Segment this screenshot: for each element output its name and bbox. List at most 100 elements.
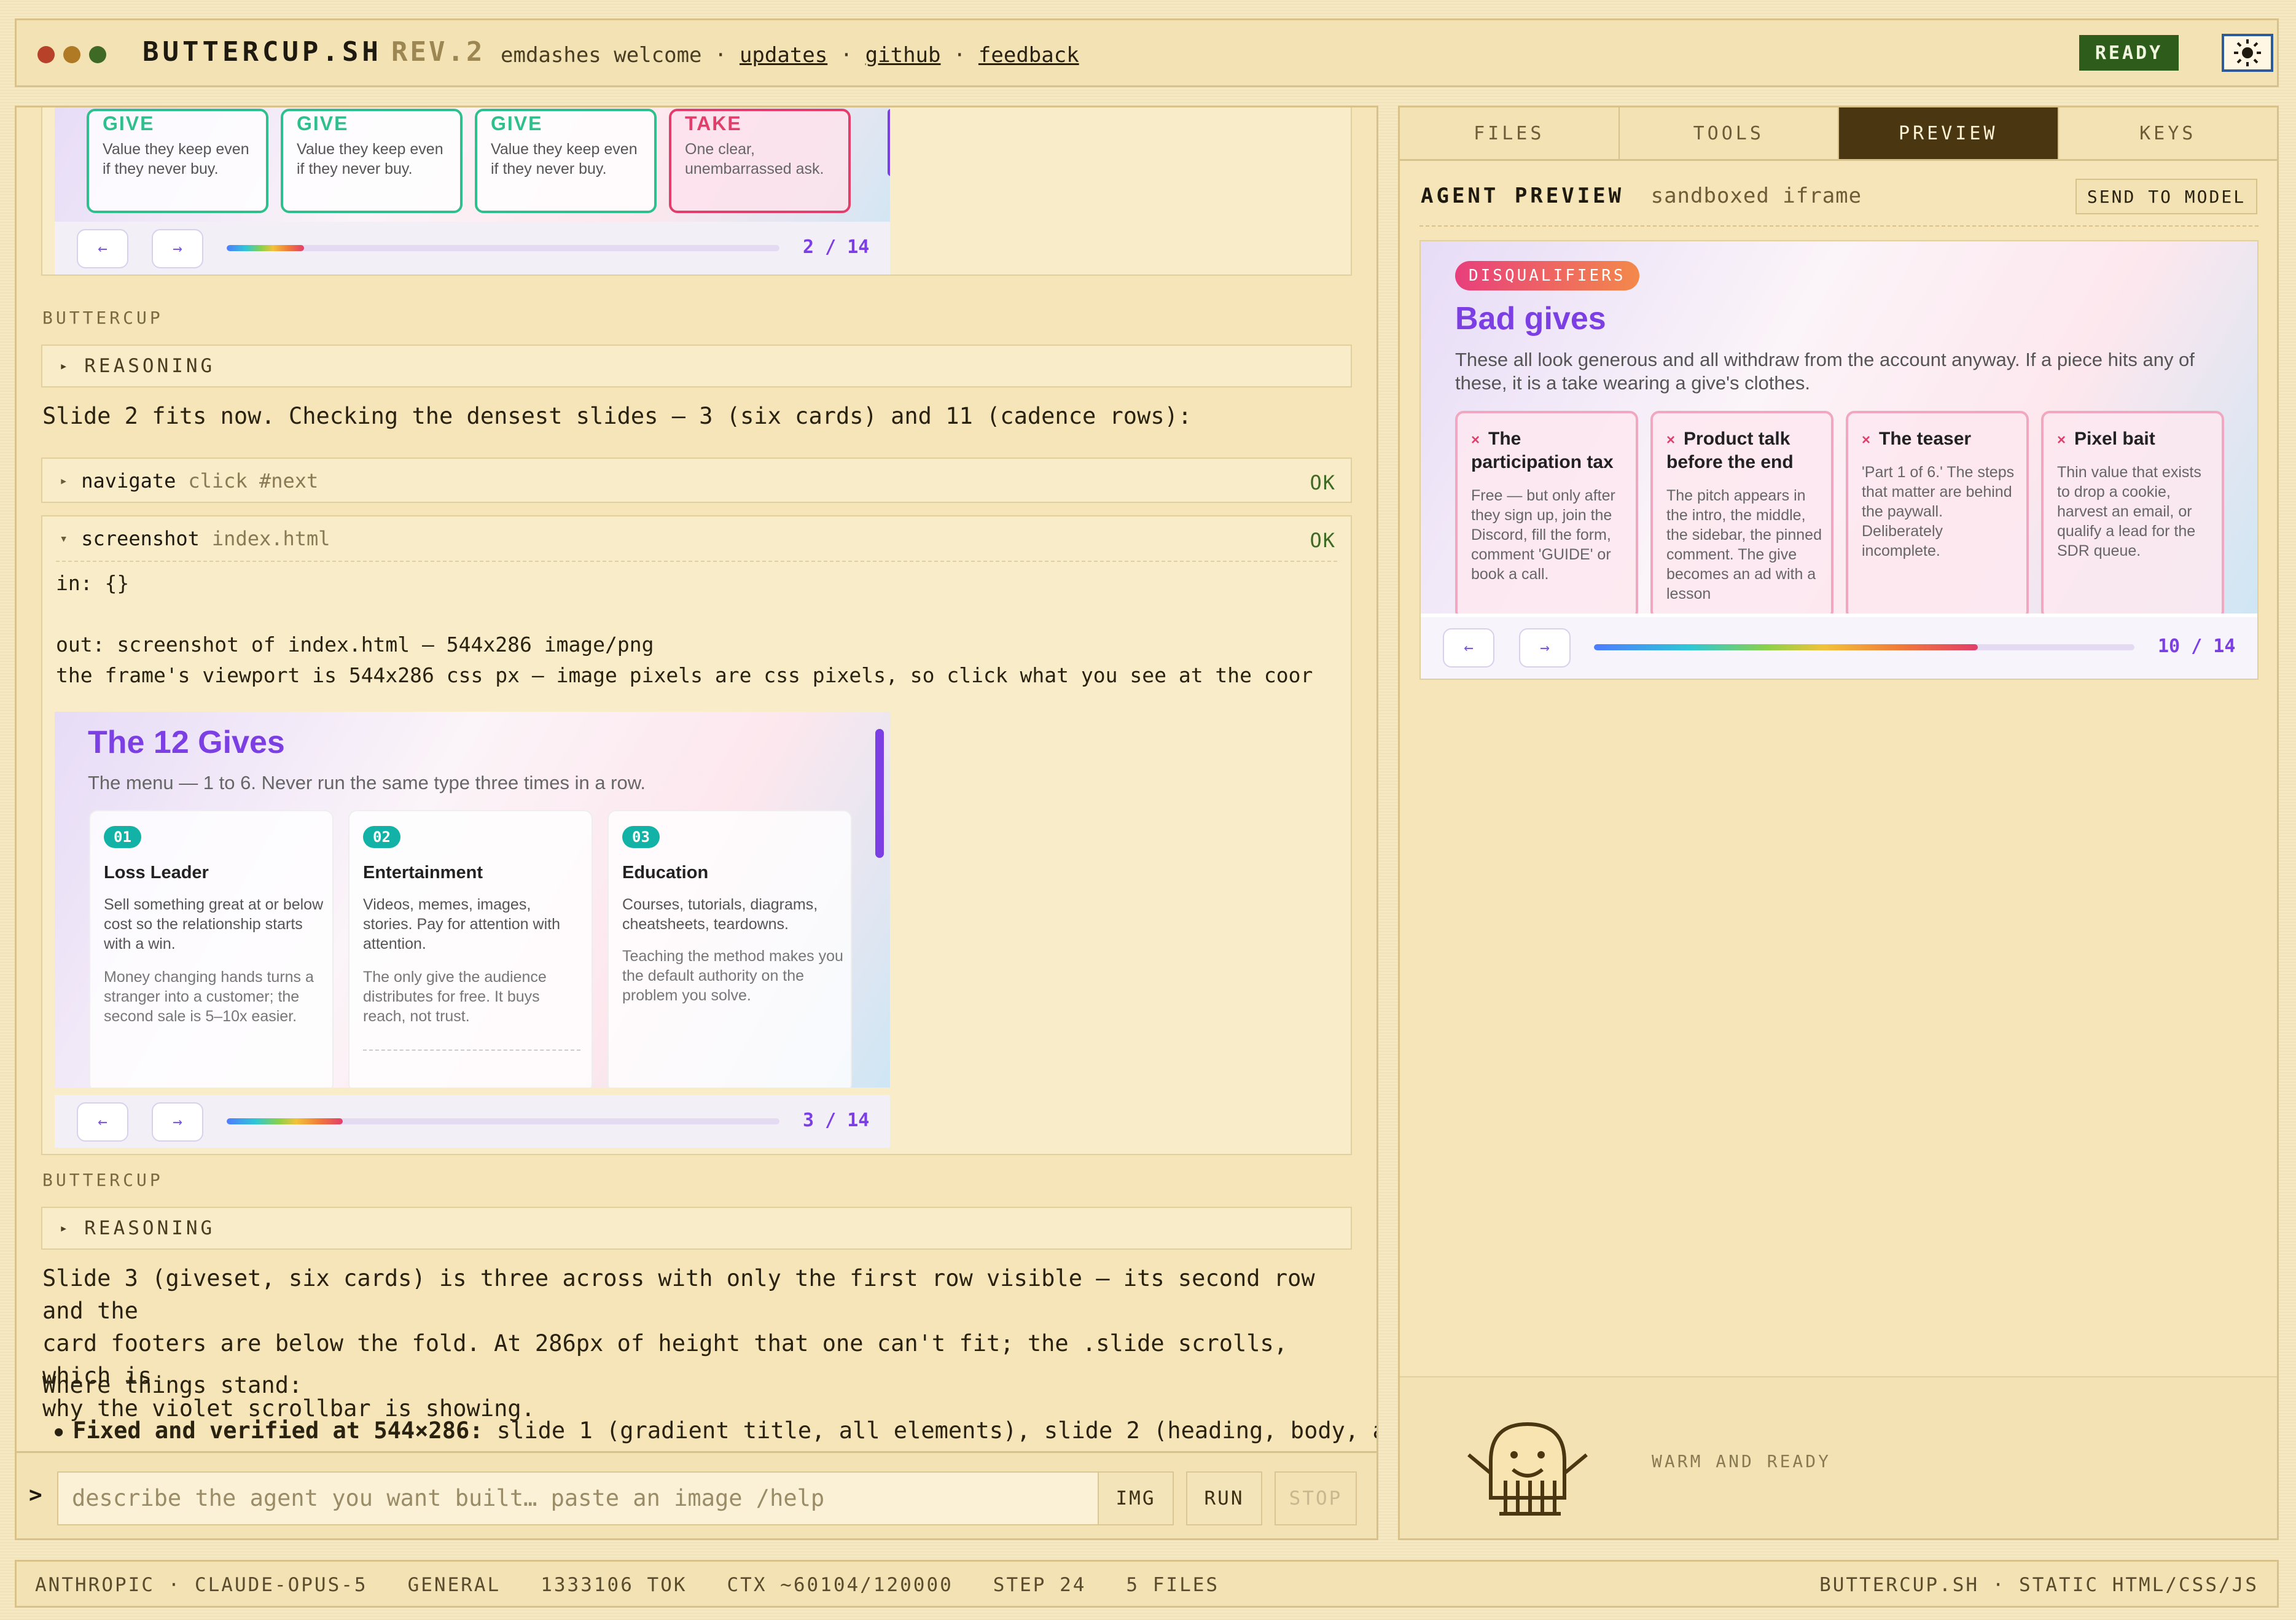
card-desc: Value they keep even if they never buy. — [491, 141, 638, 177]
tool-note: the frame's viewport is 544x286 css px —… — [56, 663, 1313, 687]
tab-tools[interactable]: TOOLS — [1619, 107, 1839, 159]
reasoning-toggle[interactable]: ▸ REASONING — [41, 345, 1352, 387]
card-note: The only give the audience distributes f… — [363, 968, 547, 1025]
slide3-screenshot: The 12 Gives The menu — 1 to 6. Never ru… — [55, 712, 890, 1088]
card-title-text: The participation tax — [1471, 429, 1614, 472]
slide2-counter: 2 / 14 — [803, 236, 870, 258]
updates-link[interactable]: updates — [740, 43, 827, 68]
app-title: BUTTERCUP.SH — [143, 36, 382, 68]
card-desc: 'Part 1 of 6.' The steps that matter are… — [1862, 464, 2015, 559]
mascot-status: WARM AND READY — [1652, 1451, 1832, 1471]
take-card: TAKE One clear, unembarrassed ask. — [669, 109, 851, 213]
tool-status: OK — [1310, 471, 1336, 494]
reasoning-label: REASONING — [84, 1217, 216, 1239]
window-maximize-dot[interactable] — [89, 46, 106, 63]
reasoning-label: REASONING — [84, 355, 216, 377]
give-card: GIVE Value they keep even if they never … — [475, 109, 657, 213]
prev-slide-button[interactable]: ← — [77, 1102, 128, 1142]
preview-slide: DISQUALIFIERS Bad gives These all look g… — [1421, 241, 2257, 613]
slide-scrollbar[interactable] — [888, 109, 890, 176]
card-title: × The teaser — [1862, 428, 2021, 451]
caret-right-icon: ▸ — [60, 473, 68, 489]
send-to-model-button[interactable]: SEND TO MODEL — [2075, 179, 2257, 214]
card-title: TAKE — [685, 112, 742, 134]
preview-heading: AGENT PREVIEW sandboxed iframe — [1421, 184, 1862, 208]
close-icon: × — [1471, 432, 1480, 448]
tagline-text: emdashes welcome — [501, 43, 702, 68]
mascot-area: WARM AND READY — [1400, 1376, 2277, 1538]
give-card: 02 Entertainment Videos, memes, images, … — [348, 810, 593, 1088]
bad-give-card: × Product talk before the end The pitch a… — [1650, 411, 1833, 613]
tab-keys[interactable]: KEYS — [2058, 107, 2277, 159]
run-button[interactable]: RUN — [1186, 1471, 1262, 1525]
card-number-badge: 02 — [363, 826, 400, 848]
preview-title: AGENT PREVIEW — [1421, 184, 1625, 208]
top-bar: BUTTERCUP.SH REV.2 emdashes welcome · up… — [15, 18, 2279, 87]
card-desc: Value they keep even if they never buy. — [297, 141, 443, 177]
give-card: 01 Loss Leader Sell something great at o… — [89, 810, 334, 1088]
tagline-row: emdashes welcome · updates · github · fe… — [501, 43, 1079, 68]
caret-right-icon: ▸ — [60, 358, 71, 374]
window-close-dot[interactable] — [37, 46, 55, 63]
caret-down-icon: ▾ — [60, 531, 68, 547]
preview-progress — [1594, 644, 2134, 650]
side-tabs: FILES TOOLS PREVIEW KEYS — [1400, 107, 2277, 161]
image-button[interactable]: IMG — [1098, 1471, 1174, 1525]
bad-give-card: × The teaser 'Part 1 of 6.' The steps tha… — [1846, 411, 2029, 613]
prev-slide-button[interactable]: ← — [1443, 628, 1494, 668]
caret-right-icon: ▸ — [60, 1220, 71, 1236]
next-slide-button[interactable]: → — [1519, 628, 1571, 668]
sun-icon — [2234, 39, 2261, 66]
slide-subtitle: The menu — 1 to 6. Never run the same ty… — [88, 772, 646, 793]
give-card: 03 Education Courses, tutorials, diagram… — [607, 810, 852, 1088]
slide-title: The 12 Gives — [88, 725, 285, 760]
stop-button[interactable]: STOP — [1275, 1471, 1357, 1525]
tool-input: in: {} — [56, 571, 130, 595]
preview-iframe[interactable]: DISQUALIFIERS Bad gives These all look g… — [1419, 240, 2259, 680]
preview-counter: 10 / 14 — [2158, 636, 2236, 657]
tab-files[interactable]: FILES — [1400, 107, 1620, 159]
tool-name: screenshot — [81, 527, 200, 550]
bad-give-card: × The participation tax Free — but only a… — [1455, 411, 1638, 613]
prev-slide-button[interactable]: ← — [77, 229, 128, 268]
close-icon: × — [1666, 432, 1676, 448]
card-title: Entertainment — [363, 863, 483, 882]
slide-tag: DISQUALIFIERS — [1455, 261, 1639, 290]
card-title: GIVE — [103, 112, 155, 134]
card-title: GIVE — [491, 112, 543, 134]
tool-header[interactable]: ▾ screenshot index.html OK — [42, 516, 1351, 561]
tab-preview[interactable]: PREVIEW — [1839, 107, 2059, 159]
preview-nav: ← → 10 / 14 — [1421, 617, 2257, 679]
theme-toggle-button[interactable] — [2222, 34, 2273, 72]
status-right: BUTTERCUP.SH · STATIC HTML/CSS/JS — [1819, 1574, 2259, 1596]
github-link[interactable]: github — [865, 43, 941, 68]
card-title: GIVE — [297, 112, 349, 134]
assistant-message: Slide 2 fits now. Checking the densest s… — [42, 403, 1192, 429]
window-minimize-dot[interactable] — [63, 46, 80, 63]
card-title: Loss Leader — [104, 863, 209, 882]
next-slide-button[interactable]: → — [152, 229, 203, 268]
give-card: GIVE Value they keep even if they never … — [87, 109, 268, 213]
tool-call-screenshot: ▾ screenshot index.html OK in: {} out: s… — [41, 515, 1352, 1155]
status-bar: ANTHROPIC · CLAUDE-OPUS-5 GENERAL 133310… — [15, 1560, 2279, 1608]
slide-scrollbar[interactable] — [875, 729, 884, 858]
card-note: Teaching the method makes you the defaul… — [622, 948, 843, 1004]
tool-output: out: screenshot of index.html — 544x286 … — [56, 633, 654, 656]
close-icon: × — [1862, 432, 1871, 448]
reasoning-toggle[interactable]: ▸ REASONING — [41, 1207, 1352, 1250]
card-desc: Sell something great at or below cost so… — [104, 896, 324, 952]
tool-status: OK — [1310, 529, 1336, 552]
message-input[interactable]: describe the agent you want built… paste… — [57, 1471, 1099, 1525]
next-slide-button[interactable]: → — [152, 1102, 203, 1142]
card-title-text: Pixel bait — [2074, 429, 2155, 449]
feedback-link[interactable]: feedback — [978, 43, 1079, 68]
preview-subtitle: sandboxed iframe — [1650, 184, 1862, 208]
tool-call-navigate[interactable]: ▸ navigate click #next OK — [41, 458, 1352, 503]
give-card: GIVE Value they keep even if they never … — [281, 109, 463, 213]
list-item: ● Fixed and verified at 544×286: slide 1 … — [55, 1414, 1376, 1448]
card-desc: One clear, unembarrassed ask. — [685, 141, 824, 177]
speaker-label: BUTTERCUP — [42, 308, 163, 328]
slide-title: Bad gives — [1455, 301, 1606, 337]
card-number-badge: 01 — [104, 826, 141, 848]
card-desc: Courses, tutorials, diagrams, cheatsheet… — [622, 896, 818, 933]
